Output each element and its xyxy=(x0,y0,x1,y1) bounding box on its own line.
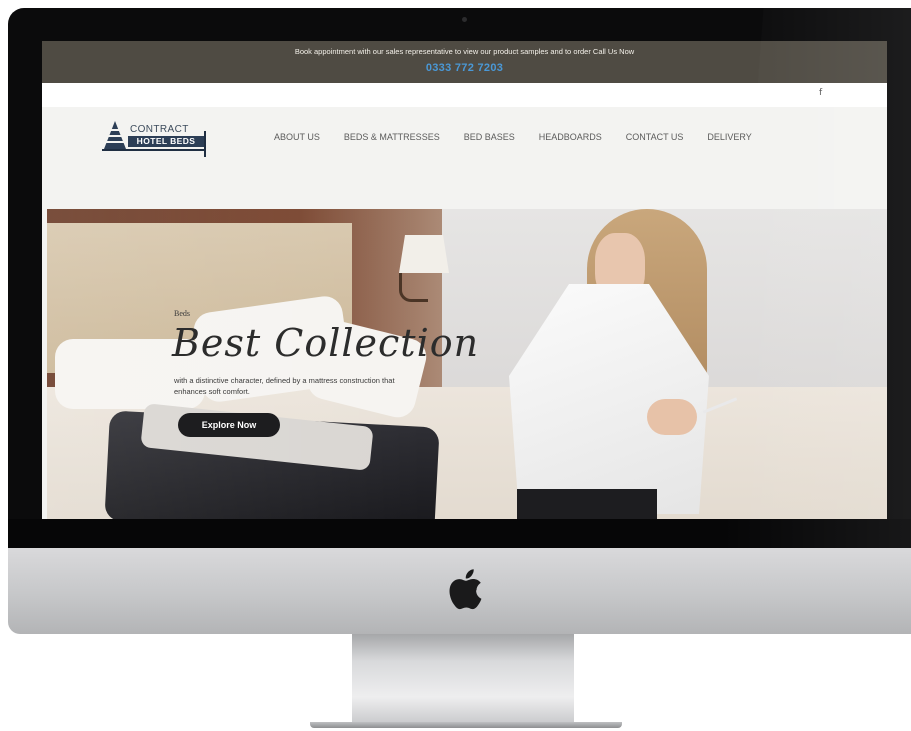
nav-item-about-us[interactable]: ABOUT US xyxy=(274,132,320,142)
nav-item-delivery[interactable]: DELIVERY xyxy=(707,132,751,142)
monitor-stand-foot xyxy=(310,722,622,728)
nav-item-contact-us[interactable]: CONTACT US xyxy=(626,132,684,142)
nav-item-bed-bases[interactable]: BED BASES xyxy=(464,132,515,142)
logo-building-icon xyxy=(104,121,126,149)
main-nav: ABOUT US BEDS & MATTRESSES BED BASES HEA… xyxy=(274,132,776,142)
logo-bed-base xyxy=(102,149,204,151)
logo-bed-post xyxy=(204,131,206,157)
hero-eyebrow: Beds xyxy=(174,309,190,318)
hero-title: Best Collection xyxy=(172,321,480,365)
hero-description: with a distinctive character, defined by… xyxy=(174,376,395,396)
nav-item-headboards[interactable]: HEADBOARDS xyxy=(539,132,602,142)
camera-dot xyxy=(462,17,467,22)
logo-line1: CONTRACT xyxy=(130,124,189,135)
explore-now-button[interactable]: Explore Now xyxy=(178,413,280,437)
apple-logo-icon xyxy=(449,569,482,610)
monitor-stand xyxy=(352,634,574,724)
site-logo[interactable]: CONTRACT HOTEL BEDS xyxy=(102,119,220,161)
nav-item-beds-mattresses[interactable]: BEDS & MATTRESSES xyxy=(344,132,440,142)
logo-line2: HOTEL BEDS xyxy=(128,136,204,147)
